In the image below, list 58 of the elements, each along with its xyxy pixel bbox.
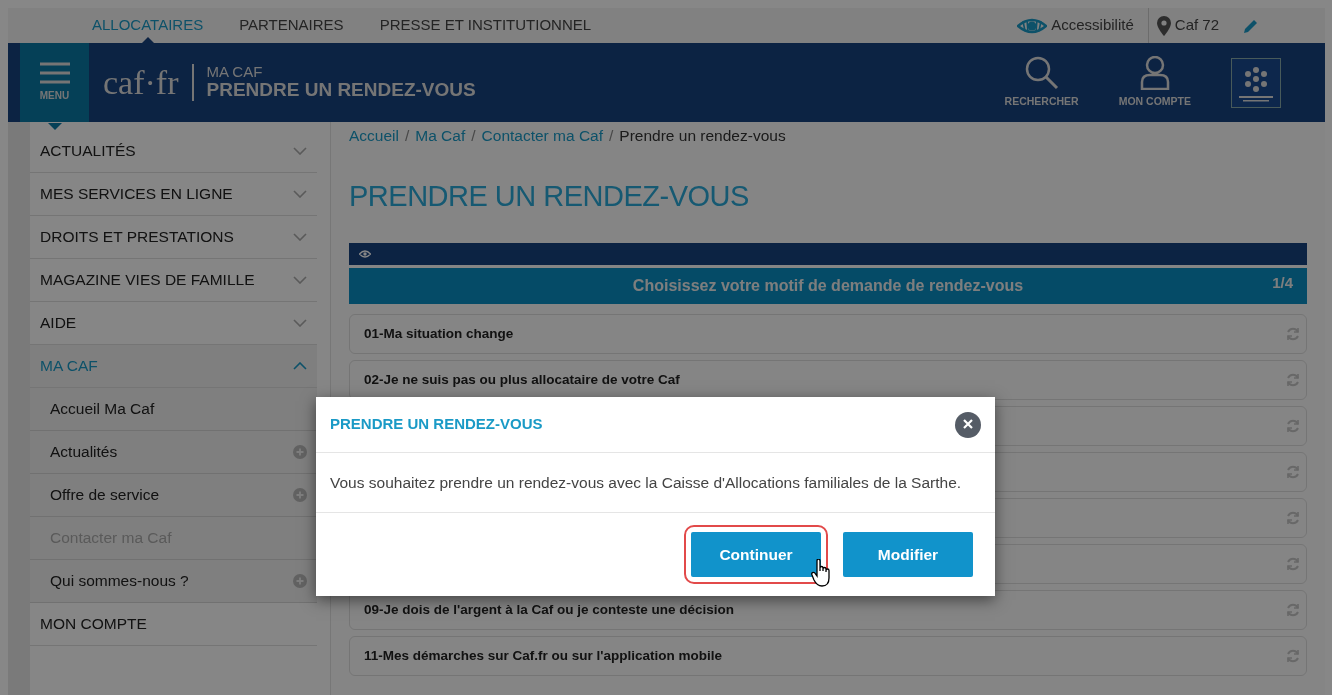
sidebar-item[interactable]: MES SERVICES EN LIGNE (30, 173, 317, 216)
reason-option[interactable]: 01-Ma situation change (349, 313, 1307, 354)
plus-icon[interactable] (293, 574, 307, 588)
close-icon (963, 418, 973, 429)
dialog-button[interactable]: Modifier (843, 532, 973, 578)
search-button[interactable]: RECHERCHER (998, 43, 1085, 122)
refresh-icon (1286, 372, 1300, 387)
reason-option[interactable]: 11-Mes démarches sur Caf.fr ou sur l'application mobile (349, 635, 1307, 676)
sidebar-subitem[interactable]: Qui sommes-nous ? (30, 560, 317, 603)
reason-option[interactable]: 02-Je ne suis pas ou plus allocataire de votre Caf (349, 359, 1307, 400)
refresh-icon (1286, 602, 1300, 617)
search-icon (1024, 56, 1059, 91)
modal-message: Vous souhaitez prendre un rendez-vous avec la Caisse d'Allocations familiales de la Sarthe. (316, 453, 995, 514)
menu-icon (39, 62, 70, 84)
refresh-icon (1286, 510, 1300, 525)
breadcrumb-separator: / (404, 126, 410, 146)
refresh-icon (1286, 464, 1300, 479)
sidebar-item[interactable]: MON COMPTE (30, 603, 317, 646)
organization-logo-icon[interactable] (1231, 57, 1281, 108)
pencil-icon[interactable] (1243, 17, 1259, 34)
site-logo[interactable]: caf·fr (89, 57, 193, 108)
refresh-icon (1286, 326, 1300, 341)
form-heading: Choisissez votre motif de demande de rendez-vous (632, 275, 1024, 296)
step-counter: 1/4 (1272, 272, 1293, 293)
sidebar-item[interactable]: MAGAZINE VIES DE FAMILLE (30, 259, 317, 302)
dialog-button[interactable]: Continuer (691, 532, 821, 578)
top-nav-tab[interactable]: PRESSE ET INSTITUTIONNEL (361, 8, 610, 43)
eye-icon (1017, 17, 1048, 34)
sidebar-subitem[interactable]: Offre de service (30, 474, 317, 517)
breadcrumb-link[interactable]: Contacter ma Caf (481, 124, 604, 148)
close-button[interactable] (955, 411, 981, 438)
sidebar-item[interactable]: MA CAF (30, 345, 317, 388)
top-nav-tab[interactable]: ALLOCATAIRES (74, 8, 222, 43)
breadcrumb-separator: / (471, 126, 476, 146)
sidebar-item[interactable]: ACTUALITÉS (30, 130, 317, 173)
hand-cursor-icon (811, 559, 833, 588)
person-icon (1139, 56, 1170, 91)
location-pin-icon (1156, 15, 1171, 36)
modal-title: PRENDRE UN RENDEZ-VOUS (330, 414, 543, 435)
account-button[interactable]: MON COMPTE (1112, 43, 1197, 122)
breadcrumb-separator: / (609, 126, 614, 146)
header-page-title: PRENDRE UN RENDEZ-VOUS (206, 80, 476, 102)
breadcrumb-link[interactable]: Accueil (349, 124, 399, 148)
top-nav-tab[interactable]: PARTENAIRES (221, 8, 362, 43)
refresh-icon (1286, 648, 1300, 663)
eye-icon[interactable] (359, 249, 371, 258)
plus-icon[interactable] (293, 445, 307, 459)
sidebar-item[interactable]: DROITS ET PRESTATIONS (30, 216, 317, 259)
sidebar-subitem[interactable]: Accueil Ma Caf (30, 388, 317, 431)
refresh-icon (1286, 418, 1300, 433)
plus-icon[interactable] (293, 488, 307, 502)
breadcrumb-current: Prendre un rendez-vous (619, 126, 786, 146)
location-link[interactable]: Caf 72 (1174, 14, 1219, 37)
section-label: MA CAF (206, 63, 264, 81)
page-title: PRENDRE UN RENDEZ-VOUS (349, 179, 750, 215)
refresh-icon (1286, 556, 1300, 571)
sidebar-subitem[interactable]: Actualités (30, 431, 317, 474)
breadcrumb-link[interactable]: Ma Caf (415, 124, 466, 148)
